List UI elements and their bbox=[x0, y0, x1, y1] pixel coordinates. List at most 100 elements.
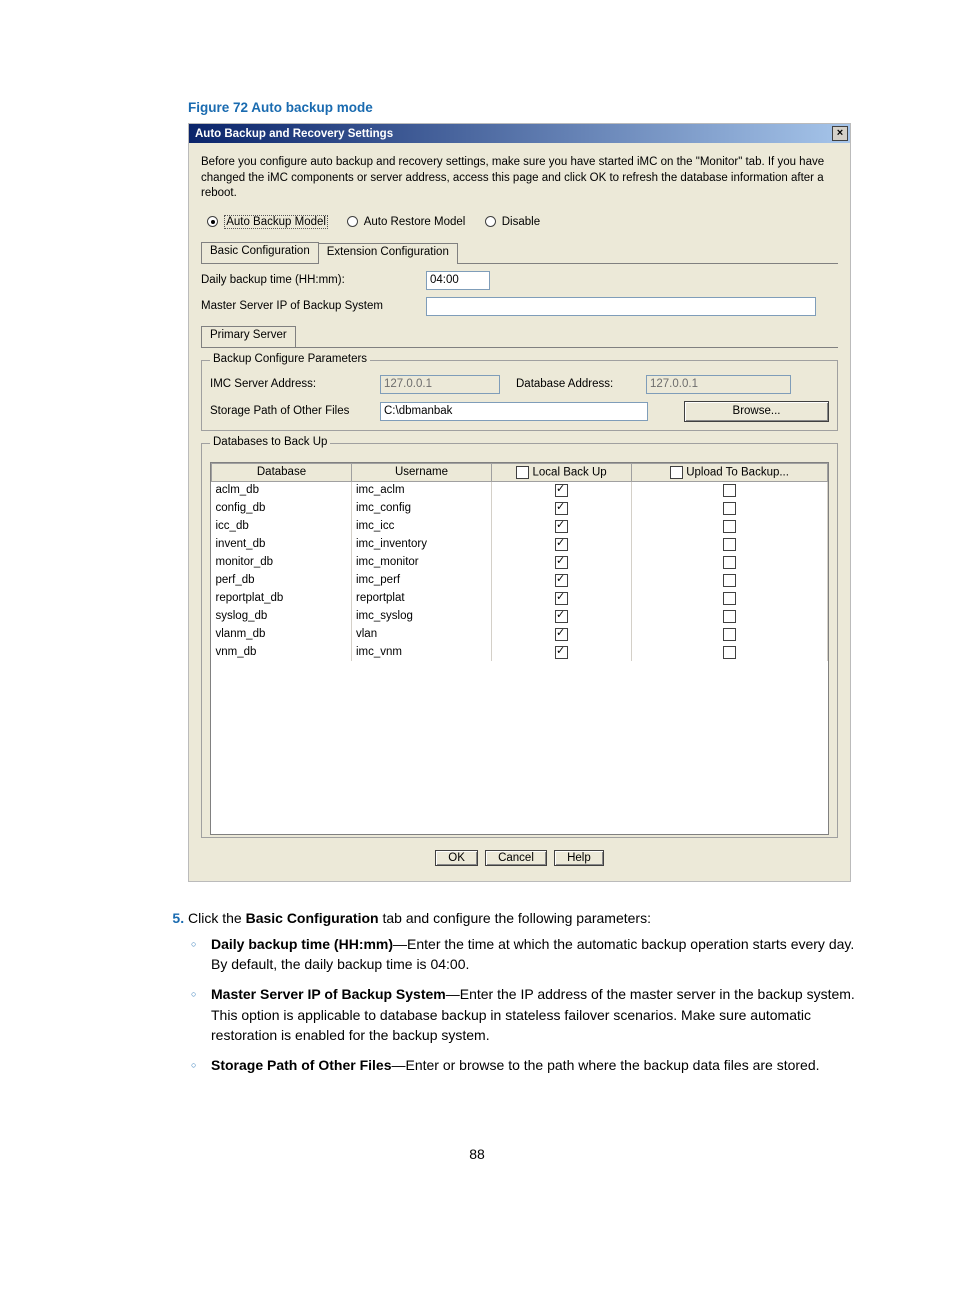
local-backup-checkbox[interactable] bbox=[555, 520, 568, 533]
titlebar: Auto Backup and Recovery Settings × bbox=[189, 124, 850, 143]
figure-caption: Figure 72 Auto backup mode bbox=[95, 100, 859, 115]
local-backup-checkbox[interactable] bbox=[555, 538, 568, 551]
step5-bold: Basic Configuration bbox=[246, 910, 379, 926]
local-backup-checkbox[interactable] bbox=[555, 502, 568, 515]
tab-extension-configuration[interactable]: Extension Configuration bbox=[318, 243, 458, 264]
bullet-term: Storage Path of Other Files bbox=[211, 1057, 391, 1073]
col-upload-backup[interactable]: Upload To Backup... bbox=[632, 463, 828, 481]
dialog-button-row: OK Cancel Help bbox=[201, 838, 838, 871]
cell-database: reportplat_db bbox=[212, 589, 352, 607]
backup-configure-parameters-group: Backup Configure Parameters IMC Server A… bbox=[201, 360, 838, 431]
upload-backup-checkbox[interactable] bbox=[723, 574, 736, 587]
databases-to-backup-group: Databases to Back Up Database Username L… bbox=[201, 443, 838, 838]
bullet-term: Master Server IP of Backup System bbox=[211, 986, 446, 1002]
radio-auto-backup-label: Auto Backup Model bbox=[224, 215, 328, 229]
upload-backup-checkbox[interactable] bbox=[723, 610, 736, 623]
document-body: Click the Basic Configuration tab and co… bbox=[95, 908, 859, 1076]
master-server-ip-input[interactable] bbox=[426, 297, 816, 316]
radio-auto-restore[interactable]: Auto Restore Model bbox=[347, 216, 468, 228]
local-backup-checkbox[interactable] bbox=[555, 610, 568, 623]
upload-backup-checkbox[interactable] bbox=[723, 484, 736, 497]
tab-basic-configuration[interactable]: Basic Configuration bbox=[201, 242, 319, 263]
col-username[interactable]: Username bbox=[352, 463, 492, 481]
radio-dot-icon bbox=[207, 216, 218, 227]
cell-username: imc_vnm bbox=[352, 643, 492, 661]
cell-username: imc_config bbox=[352, 499, 492, 517]
table-row[interactable]: vlanm_dbvlan bbox=[212, 625, 828, 643]
cell-username: vlan bbox=[352, 625, 492, 643]
radio-dot-icon bbox=[485, 216, 496, 227]
col-local-backup[interactable]: Local Back Up bbox=[492, 463, 632, 481]
table-row[interactable]: config_dbimc_config bbox=[212, 499, 828, 517]
server-tabs: Primary Server bbox=[201, 326, 838, 348]
upload-backup-checkbox[interactable] bbox=[723, 628, 736, 641]
upload-backup-checkbox[interactable] bbox=[723, 538, 736, 551]
local-backup-checkbox[interactable] bbox=[555, 646, 568, 659]
local-backup-checkbox[interactable] bbox=[555, 484, 568, 497]
help-button[interactable]: Help bbox=[554, 850, 604, 866]
radio-auto-restore-label: Auto Restore Model bbox=[364, 216, 466, 228]
cancel-button[interactable]: Cancel bbox=[485, 850, 547, 866]
cell-database: vnm_db bbox=[212, 643, 352, 661]
radio-auto-backup[interactable]: Auto Backup Model bbox=[207, 216, 331, 228]
col-local-label: Local Back Up bbox=[533, 466, 607, 478]
group-legend: Databases to Back Up bbox=[210, 436, 330, 448]
radio-dot-icon bbox=[347, 216, 358, 227]
group-legend: Backup Configure Parameters bbox=[210, 353, 370, 365]
close-icon[interactable]: × bbox=[832, 126, 848, 141]
cell-username: imc_inventory bbox=[352, 535, 492, 553]
table-row[interactable]: monitor_dbimc_monitor bbox=[212, 553, 828, 571]
cell-username: imc_perf bbox=[352, 571, 492, 589]
master-server-ip-label: Master Server IP of Backup System bbox=[201, 300, 426, 312]
upload-backup-checkbox[interactable] bbox=[723, 592, 736, 605]
cell-username: imc_icc bbox=[352, 517, 492, 535]
table-row[interactable]: syslog_dbimc_syslog bbox=[212, 607, 828, 625]
cell-username: imc_syslog bbox=[352, 607, 492, 625]
daily-backup-time-input[interactable] bbox=[426, 271, 490, 290]
table-row[interactable]: vnm_dbimc_vnm bbox=[212, 643, 828, 661]
header-checkbox-local[interactable] bbox=[516, 466, 529, 479]
local-backup-checkbox[interactable] bbox=[555, 574, 568, 587]
step5-lead1: Click the bbox=[188, 910, 246, 926]
config-tabs: Basic Configuration Extension Configurat… bbox=[201, 242, 838, 264]
table-row[interactable]: invent_dbimc_inventory bbox=[212, 535, 828, 553]
local-backup-checkbox[interactable] bbox=[555, 592, 568, 605]
table-row[interactable]: perf_dbimc_perf bbox=[212, 571, 828, 589]
cell-database: monitor_db bbox=[212, 553, 352, 571]
local-backup-checkbox[interactable] bbox=[555, 628, 568, 641]
table-row[interactable]: icc_dbimc_icc bbox=[212, 517, 828, 535]
upload-backup-checkbox[interactable] bbox=[723, 502, 736, 515]
col-database[interactable]: Database bbox=[212, 463, 352, 481]
cell-database: perf_db bbox=[212, 571, 352, 589]
cell-username: imc_aclm bbox=[352, 481, 492, 499]
databases-table: Database Username Local Back Up Upload T… bbox=[211, 463, 828, 662]
intro-text: Before you configure auto backup and rec… bbox=[201, 155, 838, 202]
local-backup-checkbox[interactable] bbox=[555, 556, 568, 569]
mode-radio-group: Auto Backup Model Auto Restore Model Dis… bbox=[201, 212, 838, 238]
list-item: Daily backup time (HH:mm)—Enter the time… bbox=[211, 934, 859, 975]
ok-button[interactable]: OK bbox=[435, 850, 478, 866]
list-item: Master Server IP of Backup System—Enter … bbox=[211, 984, 859, 1045]
cell-username: imc_monitor bbox=[352, 553, 492, 571]
upload-backup-checkbox[interactable] bbox=[723, 556, 736, 569]
tab-primary-server[interactable]: Primary Server bbox=[201, 326, 296, 347]
cell-database: syslog_db bbox=[212, 607, 352, 625]
imc-server-address-input bbox=[380, 375, 500, 394]
cell-username: reportplat bbox=[352, 589, 492, 607]
dialog-window: Auto Backup and Recovery Settings × Befo… bbox=[188, 123, 851, 882]
storage-path-input[interactable] bbox=[380, 402, 648, 421]
header-checkbox-upload[interactable] bbox=[670, 466, 683, 479]
dialog-title: Auto Backup and Recovery Settings bbox=[195, 128, 393, 140]
upload-backup-checkbox[interactable] bbox=[723, 646, 736, 659]
cell-database: icc_db bbox=[212, 517, 352, 535]
cell-database: vlanm_db bbox=[212, 625, 352, 643]
cell-database: config_db bbox=[212, 499, 352, 517]
table-row[interactable]: aclm_dbimc_aclm bbox=[212, 481, 828, 499]
radio-disable[interactable]: Disable bbox=[485, 216, 541, 228]
browse-button[interactable]: Browse... bbox=[684, 401, 829, 422]
radio-disable-label: Disable bbox=[502, 216, 540, 228]
step5-lead2: tab and configure the following paramete… bbox=[379, 910, 651, 926]
table-row[interactable]: reportplat_dbreportplat bbox=[212, 589, 828, 607]
upload-backup-checkbox[interactable] bbox=[723, 520, 736, 533]
cell-database: aclm_db bbox=[212, 481, 352, 499]
